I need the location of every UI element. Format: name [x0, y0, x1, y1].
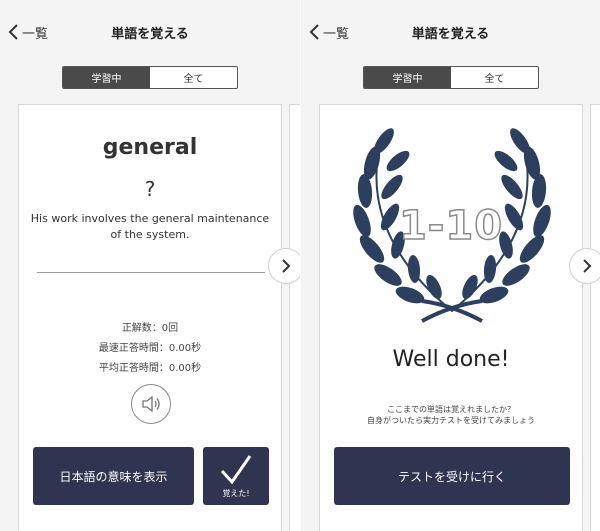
word-range-label: 1-10 — [398, 202, 504, 250]
learned-button[interactable]: 覚えた! — [203, 447, 269, 505]
tab-learning[interactable]: 学習中 — [364, 67, 451, 88]
stat-average-time: 平均正答時間：0.00秒 — [98, 363, 202, 374]
chevron-right-icon — [282, 259, 291, 273]
next-card-peek — [289, 104, 300, 531]
well-done-heading: Well done! — [392, 347, 510, 372]
filter-segmented-control: 学習中 全て — [62, 66, 238, 89]
answer-line — [37, 272, 265, 273]
message-line-1: ここまでの単語は覚えれましたか？ — [387, 405, 515, 414]
right-screen: 一覧 単語を覚える 学習中 全て 1-10 Well done! ここまでの単語… — [301, 0, 600, 531]
filter-segmented-control: 学習中 全て — [363, 66, 539, 89]
next-card-button[interactable] — [569, 248, 600, 284]
reading-placeholder: ? — [144, 177, 156, 201]
completion-card: 1-10 Well done! ここまでの単語は覚えれましたか？ 自身がついたら… — [319, 104, 583, 531]
word-text: general — [102, 135, 198, 160]
learned-label: 覚えた! — [222, 489, 250, 498]
next-card-peek — [590, 104, 600, 531]
nav-bar: 一覧 単語を覚える — [301, 0, 600, 64]
left-screen: 一覧 単語を覚える 学習中 全て general ? His work invo… — [0, 0, 300, 531]
tab-all[interactable]: 全て — [451, 67, 538, 88]
message-line-2: 自身がついたら実力テストを受けてみましょう — [367, 416, 535, 425]
tab-all[interactable]: 全て — [150, 67, 237, 88]
show-meaning-button[interactable]: 日本語の意味を表示 — [33, 447, 194, 505]
checkmark-icon — [220, 455, 252, 485]
stat-fastest-time: 最速正答時間：0.00秒 — [98, 343, 202, 354]
example-sentence: His work involves the general maintenanc… — [30, 212, 270, 241]
nav-bar: 一覧 単語を覚える — [0, 0, 300, 64]
play-sound-button[interactable] — [131, 384, 171, 424]
take-test-button[interactable]: テストを受けに行く — [334, 447, 570, 505]
stat-correct-count: 正解数：0回 — [121, 323, 179, 334]
page-title: 単語を覚える — [111, 27, 189, 42]
speaker-icon — [142, 395, 160, 413]
chevron-right-icon — [583, 259, 592, 273]
next-card-button[interactable] — [268, 248, 300, 284]
page-title: 単語を覚える — [411, 27, 490, 42]
word-card: general ? His work involves the general … — [18, 104, 282, 531]
tab-learning[interactable]: 学習中 — [63, 67, 150, 88]
